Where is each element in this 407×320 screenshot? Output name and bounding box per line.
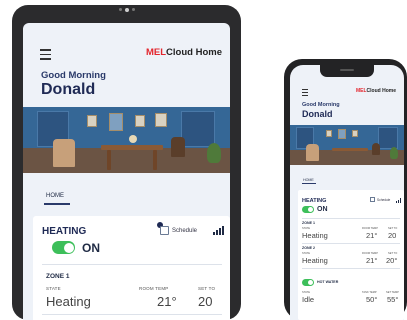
- zone-1-room-temp-label: ROOM TEMP: [362, 227, 378, 230]
- tab-home[interactable]: HOME: [46, 193, 64, 199]
- zone-1-state-value: Heating: [302, 231, 328, 240]
- schedule-link[interactable]: Schedule: [172, 228, 197, 234]
- zone-2-set-to-value[interactable]: 20°: [386, 256, 397, 265]
- brand-logo: MELCloud Home: [355, 88, 396, 94]
- hot-water-set-temp-label: SET TEMP: [386, 291, 399, 294]
- zone-1-state-label: STATE: [46, 286, 61, 291]
- divider: [302, 218, 400, 219]
- schedule-link[interactable]: Schedule: [377, 198, 390, 202]
- signal-icon: [396, 198, 402, 203]
- heating-power-toggle[interactable]: [302, 206, 314, 213]
- zone-2-set-to-label: SET TO: [388, 252, 398, 255]
- phone-notch: [320, 65, 374, 77]
- tablet-camera: [118, 7, 135, 12]
- greeting: Good Morning: [41, 70, 106, 81]
- tab-home[interactable]: HOME: [303, 178, 314, 182]
- zone-1-set-to-label: SET TO: [388, 227, 398, 230]
- menu-icon[interactable]: [40, 49, 51, 63]
- hot-water-state-value: Idle: [302, 295, 315, 304]
- greeting: Good Morning: [302, 102, 340, 108]
- tablet-screen: MELCloud Home Good Morning Donald HOME H…: [23, 23, 230, 320]
- tab-home-indicator: [302, 183, 316, 184]
- menu-icon[interactable]: [302, 89, 308, 98]
- heating-title: HEATING: [42, 226, 87, 237]
- zone-1-state-label: STATE: [302, 227, 310, 230]
- heating-title: HEATING: [302, 198, 327, 204]
- zone-1-state-value: Heating: [46, 294, 91, 309]
- tab-home-indicator: [44, 203, 70, 205]
- user-name: Donald: [41, 81, 96, 98]
- brand-logo: MELCloud Home: [145, 47, 222, 58]
- phone-device: MELCloud Home Good Morning Donald HOME H…: [284, 59, 407, 320]
- hot-water-tank-temp-label: TANK TEMP: [362, 291, 377, 294]
- zone-1-title: ZONE 1: [302, 221, 315, 225]
- phone-screen: MELCloud Home Good Morning Donald HOME H…: [290, 65, 404, 320]
- signal-icon: [213, 226, 224, 235]
- divider: [302, 268, 400, 269]
- zone-1-room-temp-value: 21°: [157, 294, 177, 309]
- zone-2-title: ZONE 2: [302, 246, 315, 250]
- zone-1-set-to-label: SET TO: [198, 286, 216, 291]
- zone-2-room-temp-value: 21°: [366, 256, 378, 265]
- zone-1-title: ZONE 1: [46, 273, 70, 280]
- zone-2-room-temp-label: ROOM TEMP: [362, 252, 378, 255]
- divider: [42, 314, 222, 315]
- zone-2-state-label: STATE: [302, 252, 310, 255]
- room-photo: [290, 125, 404, 165]
- calendar-icon[interactable]: [370, 197, 375, 202]
- room-photo: [23, 107, 230, 173]
- hot-water-title: HOT WATER: [317, 280, 339, 284]
- zone-1-room-temp-label: ROOM TEMP: [139, 286, 169, 291]
- zone-1-set-to-value[interactable]: 20: [388, 231, 396, 240]
- calendar-icon[interactable]: [160, 226, 169, 235]
- hot-water-power-toggle[interactable]: [302, 279, 314, 286]
- heating-power-label: ON: [82, 241, 100, 255]
- hot-water-tank-temp-value: 50°: [366, 295, 378, 304]
- divider: [302, 243, 400, 244]
- hot-water-set-temp-value[interactable]: 55°: [387, 295, 398, 304]
- heating-power-toggle[interactable]: [52, 241, 75, 254]
- divider: [42, 264, 222, 265]
- zone-1-room-temp-value: 21°: [366, 231, 378, 240]
- hot-water-state-label: STATE: [302, 291, 310, 294]
- heating-power-label: ON: [317, 206, 328, 213]
- zone-2-state-value: Heating: [302, 256, 328, 265]
- zone-1-set-to-value[interactable]: 20: [198, 294, 212, 309]
- user-name: Donald: [302, 109, 333, 119]
- tablet-device: MELCloud Home Good Morning Donald HOME H…: [12, 5, 241, 320]
